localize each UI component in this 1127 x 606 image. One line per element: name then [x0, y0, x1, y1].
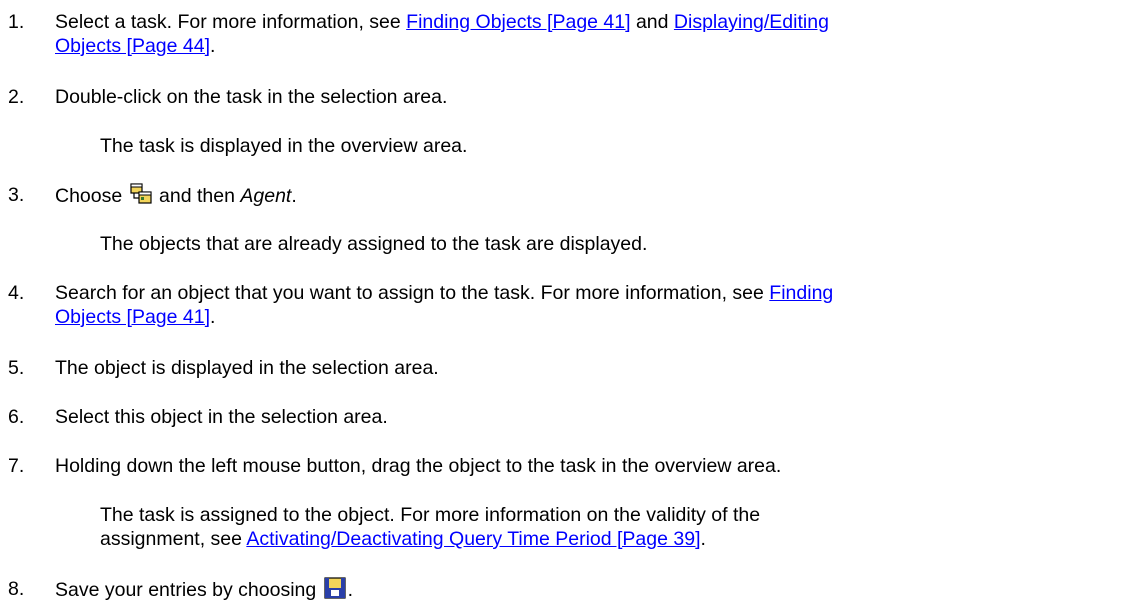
step-number: 2. [8, 86, 25, 108]
step-text: Holding down the left mouse button, drag… [55, 455, 782, 477]
step-text: Save your entries by choosing . [55, 577, 1113, 605]
step-text: Double-click on the task in the selectio… [55, 86, 448, 108]
step-text: Select this object in the selection area… [55, 406, 388, 428]
step-text: Select a task. For more information, see… [55, 11, 829, 57]
step-number: 3. [8, 184, 25, 206]
link-activating-deactivating[interactable]: Activating/Deactivating Query Time Perio… [246, 528, 700, 550]
step-note: The objects that are already assigned to… [100, 233, 648, 255]
step-text: Choose and then Agent. [55, 183, 1113, 211]
step-note: The task is displayed in the overview ar… [100, 135, 468, 157]
link-finding[interactable]: Finding [769, 282, 833, 304]
step-number: 1. [8, 11, 25, 33]
hierarchy-icon [130, 183, 152, 211]
save-icon [324, 577, 346, 605]
step-number: 5. [8, 357, 25, 379]
link-finding-objects-cont[interactable]: Objects [Page 41] [55, 306, 210, 328]
link-displaying-editing-cont[interactable]: Objects [Page 44] [55, 35, 210, 57]
link-displaying-editing[interactable]: Displaying/Editing [674, 11, 829, 33]
step-number: 6. [8, 406, 25, 428]
step-text: Search for an object that you want to as… [55, 282, 834, 328]
step-number: 7. [8, 455, 25, 477]
link-finding-objects[interactable]: Finding Objects [Page 41] [406, 11, 630, 33]
step-note: The task is assigned to the object. For … [100, 504, 761, 550]
step-number: 8. [8, 578, 25, 600]
step-text: The object is displayed in the selection… [55, 357, 439, 379]
step-number: 4. [8, 282, 25, 304]
